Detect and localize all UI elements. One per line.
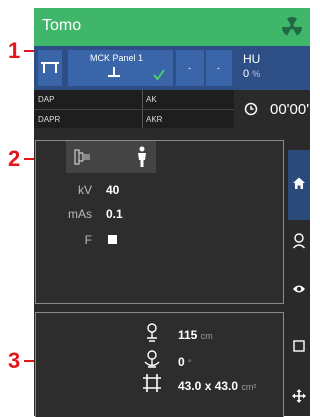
dose-bar: DAP AK DAPR AKR 00'00'' <box>34 90 312 128</box>
checkmark-icon <box>153 69 165 81</box>
angle-icon <box>144 350 160 368</box>
exam-header[interactable]: Tomo <box>34 8 310 46</box>
hu-value-row: 0 % <box>243 68 260 80</box>
slot-3-label: - <box>217 63 220 73</box>
angle-unit: ° <box>188 358 192 368</box>
mas-label: mAs <box>68 207 92 221</box>
callout-3: 3 <box>8 348 21 373</box>
collimator-icon <box>74 149 90 165</box>
field-size-unit: cm² <box>241 382 257 392</box>
exposure-mode-box[interactable] <box>66 141 156 173</box>
akr-label: AKR <box>146 115 163 124</box>
field-size-row: 43.0 x 43.0 cm² <box>178 379 256 393</box>
hu-label: HU <box>243 52 261 66</box>
hu-value: 0 <box>243 68 250 80</box>
sid-unit: cm <box>200 331 213 341</box>
slot-2-label: - <box>188 63 191 73</box>
home-icon[interactable] <box>288 176 310 193</box>
square-icon[interactable] <box>288 339 310 355</box>
panel-label: MCK Panel 1 <box>90 53 144 63</box>
geometry-panel: 115 cm 0 ° 43.0 x 43.0 cm² <box>35 312 284 417</box>
field-size-value: 43.0 x 43.0 <box>178 379 239 393</box>
detector-panel-button[interactable]: MCK Panel 1 <box>68 50 173 86</box>
exam-title: Tomo <box>42 17 82 34</box>
kv-label: kV <box>77 183 92 197</box>
hu-readout: HU 0 % <box>235 50 307 86</box>
callout-1: 1 <box>8 38 21 63</box>
slot-2-button[interactable]: - <box>176 50 204 86</box>
angle-row: 0 ° <box>178 355 192 369</box>
timer-value: 00'00'' <box>270 101 312 118</box>
sid-row: 115 cm <box>178 328 213 342</box>
dapr-label: DAPR <box>38 115 61 124</box>
exposure-timer: 00'00'' <box>234 90 312 128</box>
angle-value: 0 <box>178 355 185 369</box>
user-outline-icon[interactable] <box>288 233 310 252</box>
radiation-icon <box>282 17 302 36</box>
callout-2: 2 <box>8 146 21 171</box>
exposure-panel: kV 40 mAs 0.1 F <box>35 140 284 304</box>
sid-value: 115 <box>178 328 198 342</box>
kv-value[interactable]: 40 <box>106 183 119 197</box>
dose-divider-h <box>34 109 234 110</box>
move-icon[interactable] <box>288 389 310 406</box>
field-size-icon <box>143 374 161 392</box>
table-button[interactable] <box>38 50 62 86</box>
clock-icon <box>244 102 258 116</box>
detector-icon <box>108 67 120 77</box>
table-icon <box>41 62 59 73</box>
hu-unit: % <box>252 69 261 79</box>
eye-icon[interactable] <box>288 282 310 298</box>
f-label: F <box>84 233 92 247</box>
dap-label: DAP <box>38 95 55 104</box>
mas-value[interactable]: 0.1 <box>106 207 123 221</box>
sid-icon <box>147 323 157 342</box>
ak-label: AK <box>146 95 157 104</box>
standing-person-icon <box>138 146 146 167</box>
slot-3-button[interactable]: - <box>206 50 232 86</box>
panel-bar: MCK Panel 1 - - HU 0 % <box>34 46 310 90</box>
f-checkbox[interactable] <box>108 235 117 244</box>
